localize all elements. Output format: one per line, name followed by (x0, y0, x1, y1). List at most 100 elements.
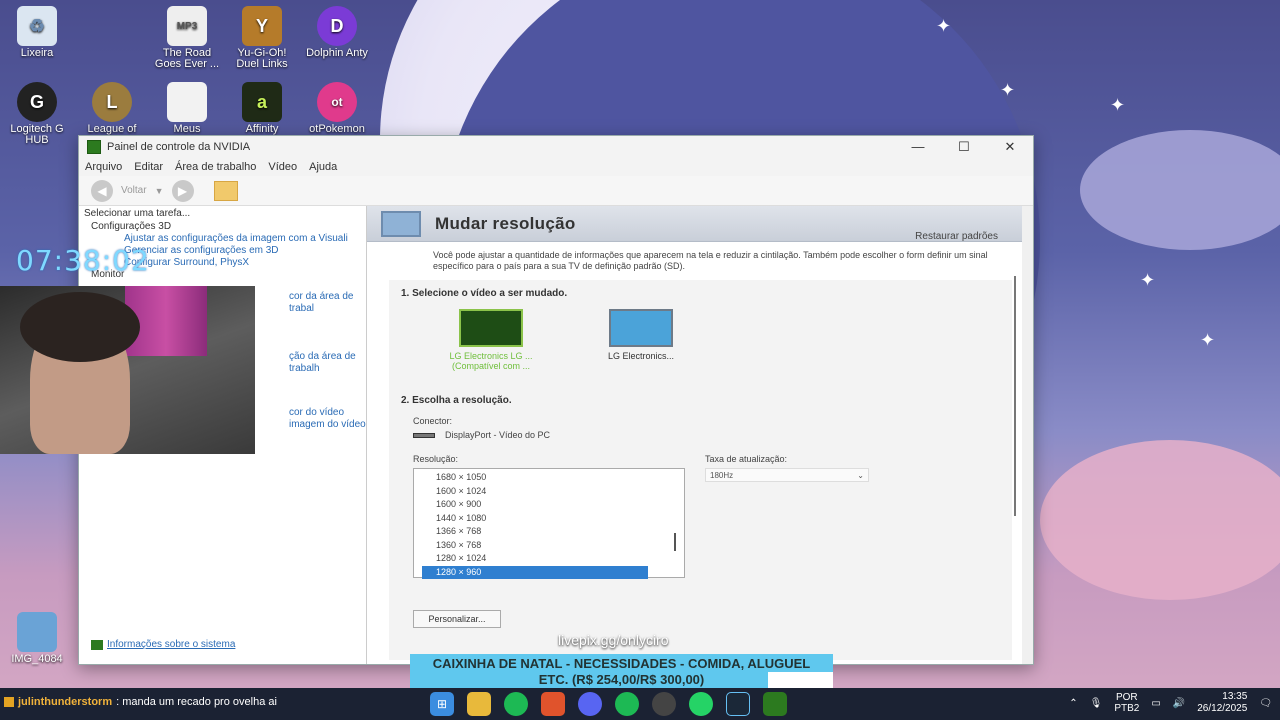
language-indicator[interactable]: POR PTB2 (1114, 692, 1139, 714)
notification-icon[interactable]: 🗨 (1259, 698, 1272, 709)
customize-button[interactable]: Personalizar... (413, 610, 501, 628)
desktop-icon-img[interactable]: IMG_4084 (0, 612, 74, 665)
resolution-option[interactable]: 1600 × 1024 (414, 485, 684, 499)
connector-info: DisplayPort - Vídeo do PC (413, 430, 1000, 440)
window-titlebar[interactable]: Painel de controle da NVIDIA — ☐ ✕ (79, 136, 1033, 158)
forward-arrow-icon[interactable]: ▶ (171, 179, 194, 202)
system-info-link[interactable]: Informações sobre o sistema (91, 639, 235, 650)
resolution-option[interactable]: 1360 × 768 (414, 539, 684, 553)
desktop-icon-affinity[interactable]: a Affinity (225, 82, 299, 135)
recycle-bin-icon: ♻ (17, 6, 57, 46)
volume-icon[interactable]: 🔊 (1173, 698, 1185, 709)
displayport-icon (413, 432, 435, 438)
content-scrollbar[interactable] (1012, 276, 1018, 526)
stream-timer: 07:38:02 (16, 244, 150, 277)
chat-username: julinthunderstorm (18, 696, 113, 708)
desktop-icon-meus[interactable]: Meus (150, 82, 224, 135)
menu-item-ajuda[interactable]: Ajuda (309, 161, 337, 173)
league-icon: L (92, 82, 132, 122)
system-info-label: Informações sobre o sistema (107, 639, 236, 650)
network-icon[interactable]: ▭ (1151, 698, 1160, 709)
resolution-option[interactable]: 1366 × 768 (414, 525, 684, 539)
donation-goal-remaining (768, 672, 833, 689)
resolution-option[interactable]: 1440 × 1080 (414, 512, 684, 526)
obs-icon[interactable] (652, 692, 676, 716)
close-button[interactable]: ✕ (987, 139, 1033, 155)
menu-item-video[interactable]: Vídeo (268, 161, 297, 173)
taskbar-clock[interactable]: 13:35 26/12/2025 (1197, 691, 1247, 715)
clock-date: 26/12/2025 (1197, 703, 1248, 714)
step2-title: 2. Escolha a resolução. (401, 395, 512, 406)
home-icon[interactable] (213, 180, 238, 201)
resolution-option[interactable]: 1280 × 1024 (414, 552, 684, 566)
resolution-option-selected[interactable]: 1280 × 960 (422, 565, 648, 579)
content-pane: Mudar resolução Restaurar padrões Você p… (367, 206, 1022, 664)
chat-text: : manda um recado pro ovelha ai (116, 696, 277, 708)
desktop-icon-yugioh[interactable]: Y Yu-Gi-Oh! Duel Links (225, 6, 299, 70)
chat-message: julinthunderstorm : manda um recado pro … (4, 696, 277, 708)
page-description: Você pode ajustar a quantidade de inform… (433, 250, 988, 271)
desktop-icon-label: Yu-Gi-Oh! Duel Links (236, 47, 288, 70)
back-dropdown-icon[interactable]: ▼ (155, 186, 164, 196)
webcam-overlay (0, 286, 255, 454)
wallpaper-star: ✦ (1140, 270, 1156, 290)
resolution-option[interactable]: 1600 × 900 (414, 498, 684, 512)
donation-url: livepix.gg/onlyciro (558, 632, 669, 648)
display-label: LG Electronics LG ... (449, 351, 533, 361)
resolution-list-scrollbar[interactable] (674, 533, 676, 551)
chevron-up-icon[interactable]: ⌃ (1069, 698, 1077, 709)
desktop-icon-dolphin[interactable]: D Dolphin Anty (300, 6, 374, 59)
taskbar-apps: ⊞ (430, 692, 787, 716)
desktop-icon-recycle-bin[interactable]: ♻ Lixeira (0, 6, 74, 59)
file-explorer-icon[interactable] (467, 692, 491, 716)
nvidia-display-icon (459, 309, 523, 347)
steam-icon[interactable] (726, 692, 750, 716)
desktop-icon-mp3[interactable]: MP3 The Road Goes Ever ... (150, 6, 224, 70)
resolution-list[interactable]: 1680 × 1050 1600 × 1024 1600 × 900 1440 … (413, 468, 685, 579)
task-pane-header: Selecionar uma tarefa... (84, 208, 191, 219)
restore-defaults-link[interactable]: Restaurar padrões (915, 231, 998, 242)
language-code: POR (1115, 692, 1138, 703)
display-selector: LG Electronics LG ... (Compatível com ..… (401, 309, 1000, 371)
image-file-icon (17, 612, 57, 652)
nvidia-taskbar-icon[interactable] (763, 692, 787, 716)
donation-goal-amount: ETC. (R$ 254,00/R$ 300,00) (538, 672, 705, 687)
clock-time: 13:35 (1222, 691, 1248, 702)
maximize-button[interactable]: ☐ (941, 139, 987, 155)
discord-icon[interactable] (578, 692, 602, 716)
connector-label: Conector: (413, 416, 453, 426)
back-button-label[interactable]: Voltar (121, 185, 147, 196)
refresh-rate-select[interactable]: 180Hz ⌄ (705, 468, 869, 482)
wallpaper-star: ✦ (1110, 95, 1126, 115)
desktop-icon-label: Lixeira (20, 47, 54, 59)
desktop-icon-label: Meus (173, 123, 201, 135)
display-option-lg-1[interactable]: LG Electronics LG ... (Compatível com ..… (441, 309, 541, 371)
desktop-icon-otpokemon[interactable]: ot otPokemon (300, 82, 374, 135)
desktop-icon-lol[interactable]: L League of (75, 82, 149, 135)
wallpaper-star: ✦ (936, 16, 952, 36)
whatsapp-icon[interactable] (689, 692, 713, 716)
tree-group-3d-settings[interactable]: Configurações 3D (89, 221, 366, 233)
back-arrow-icon[interactable]: ◀ (91, 179, 113, 202)
display-option-lg-2[interactable]: LG Electronics... (591, 309, 691, 371)
menu-item-editar[interactable]: Editar (134, 161, 163, 173)
monitor-icon (609, 309, 673, 347)
window-title: Painel de controle da NVIDIA (107, 141, 251, 153)
menu-item-area-de-trabalho[interactable]: Área de trabalho (175, 161, 256, 173)
microphone-icon[interactable]: 🎙 (1090, 698, 1103, 709)
brave-icon[interactable] (541, 692, 565, 716)
desktop-icon-label: Dolphin Anty (306, 47, 368, 59)
logitech-g-icon: G (17, 82, 57, 122)
refresh-rate-value: 180Hz (710, 470, 734, 480)
resolution-option[interactable]: 1680 × 1050 (414, 471, 684, 485)
spotify-icon[interactable] (504, 692, 528, 716)
desktop-icon-logitech[interactable]: G Logitech G HUB (0, 82, 74, 146)
minimize-button[interactable]: — (895, 139, 941, 155)
desktop-icon-label: Logitech G HUB (10, 123, 64, 146)
donation-goal-title: CAIXINHA DE NATAL - NECESSIDADES - COMID… (432, 656, 811, 671)
display-settings-icon (381, 210, 421, 237)
windows-start-icon[interactable]: ⊞ (430, 692, 454, 716)
resolution-label: Resolução: (413, 454, 459, 464)
spotify-icon-2[interactable] (615, 692, 639, 716)
menu-item-arquivo[interactable]: Arquivo (85, 161, 122, 173)
